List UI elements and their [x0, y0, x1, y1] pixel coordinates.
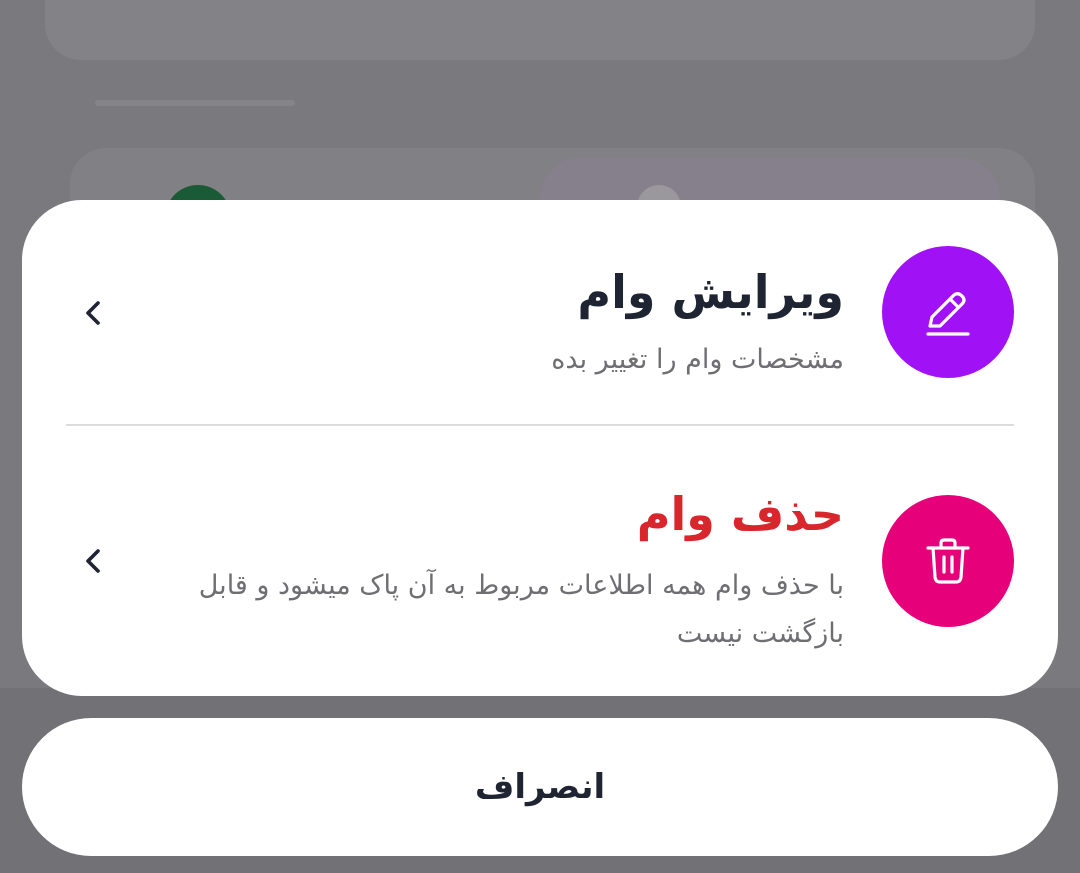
trash-icon — [926, 538, 970, 584]
cancel-button[interactable]: انصراف — [22, 718, 1058, 856]
delete-loan-option[interactable]: حذف وام با حذف وام همه اطلاعات مربوط به … — [22, 426, 1058, 696]
delete-icon-circle — [882, 495, 1014, 627]
edit-loan-description: مشخصات وام را تغییر بده — [551, 344, 844, 375]
background-line — [95, 100, 295, 106]
edit-icon-circle — [882, 246, 1014, 378]
chevron-left-icon — [78, 546, 108, 576]
edit-loan-option[interactable]: ویرایش وام مشخصات وام را تغییر بده — [22, 200, 1058, 425]
background-card — [45, 0, 1035, 60]
chevron-left-icon — [78, 298, 108, 328]
delete-loan-title: حذف وام — [636, 487, 844, 541]
pencil-icon — [926, 292, 970, 336]
edit-loan-title: ویرایش وام — [577, 265, 844, 319]
action-sheet: ویرایش وام مشخصات وام را تغییر بده حذف و… — [22, 200, 1058, 696]
delete-loan-description: با حذف وام همه اطلاعات مربوط به آن پاک م… — [198, 570, 844, 649]
